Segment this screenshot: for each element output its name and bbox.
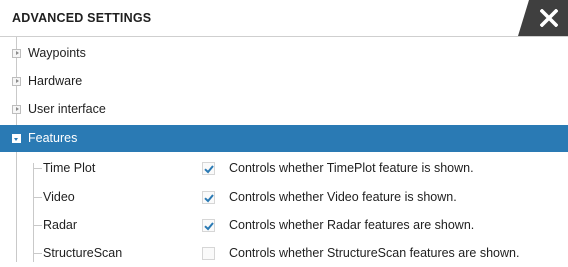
checkmark-icon [204, 194, 214, 203]
feature-row-time-plot: Time Plot Controls whether TimePlot feat… [0, 155, 568, 182]
feature-description: Controls whether Video feature is shown. [229, 190, 457, 204]
radar-checkbox[interactable] [202, 219, 215, 232]
tree-guide-line [34, 253, 42, 254]
title-bar: ADVANCED SETTINGS [0, 0, 568, 37]
feature-label: Radar [43, 218, 78, 232]
expand-arrow-icon[interactable] [12, 105, 21, 114]
close-icon [540, 9, 558, 27]
feature-row-radar: Radar Controls whether Radar features ar… [0, 212, 568, 239]
checkmark-icon [204, 165, 214, 174]
expand-arrow-icon[interactable] [12, 49, 21, 58]
expand-arrow-icon[interactable] [12, 77, 21, 86]
tree-guide-line [34, 197, 42, 198]
tree-node-label: User interface [28, 102, 106, 116]
feature-label: StructureScan [43, 246, 123, 260]
feature-row-video: Video Controls whether Video feature is … [0, 184, 568, 211]
tree-node-label: Waypoints [28, 46, 86, 60]
tree-node-waypoints[interactable]: Waypoints [0, 40, 568, 67]
tree-node-features[interactable]: Features [0, 125, 568, 152]
tree-node-hardware[interactable]: Hardware [0, 68, 568, 95]
structurescan-checkbox[interactable] [202, 247, 215, 260]
video-checkbox[interactable] [202, 191, 215, 204]
checkmark-icon [204, 222, 214, 231]
feature-row-structurescan: StructureScan Controls whether Structure… [0, 240, 568, 267]
dialog-title: ADVANCED SETTINGS [12, 11, 152, 25]
feature-label: Time Plot [43, 161, 96, 175]
tree-guide-line [34, 225, 42, 226]
feature-description: Controls whether StructureScan features … [229, 246, 520, 260]
feature-description: Controls whether TimePlot feature is sho… [229, 161, 474, 175]
tree-node-label: Hardware [28, 74, 83, 88]
feature-description: Controls whether Radar features are show… [229, 218, 475, 232]
settings-tree: Waypoints Hardware User interface Featur… [0, 37, 568, 262]
tree-node-label: Features [28, 131, 78, 145]
tree-node-user-interface[interactable]: User interface [0, 96, 568, 123]
feature-label: Video [43, 190, 75, 204]
collapse-arrow-icon[interactable] [12, 134, 21, 143]
time-plot-checkbox[interactable] [202, 162, 215, 175]
close-button[interactable] [518, 0, 568, 36]
tree-guide-line [34, 168, 42, 169]
